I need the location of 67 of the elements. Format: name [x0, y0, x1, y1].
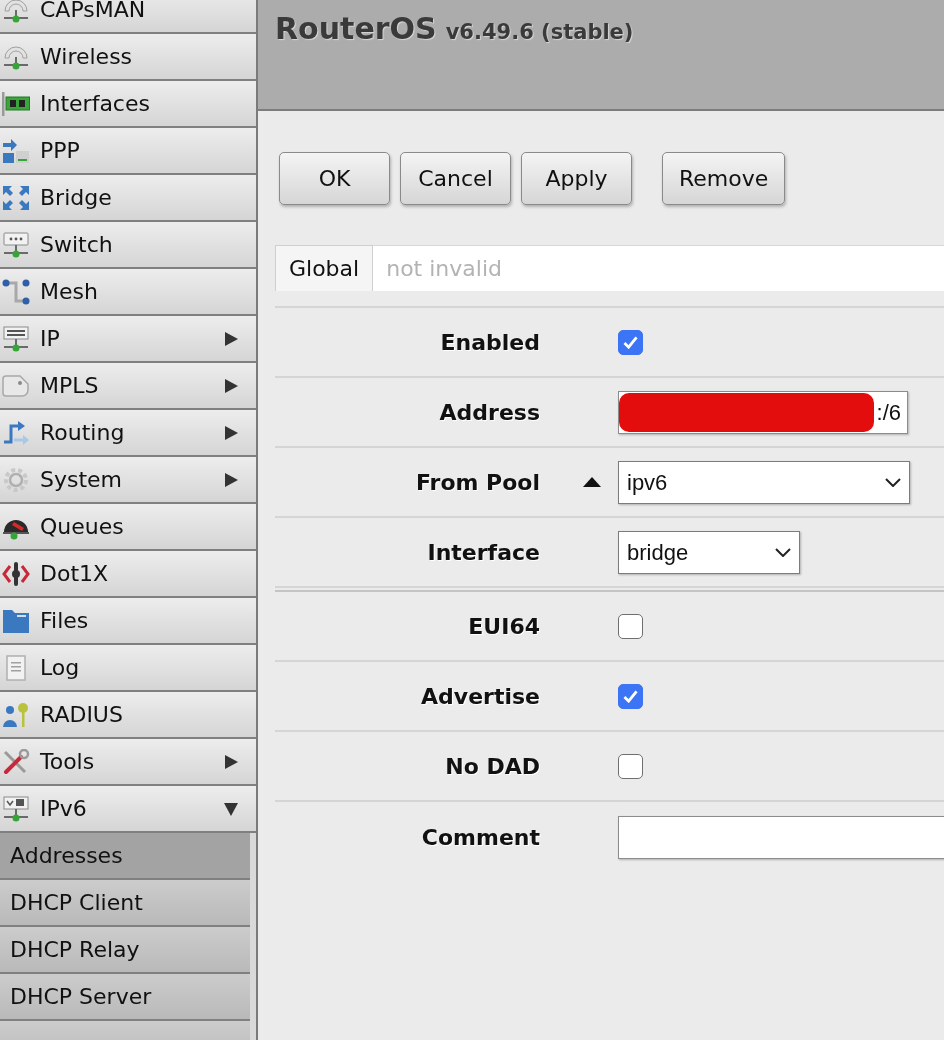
submenu-item[interactable]: DHCP Client: [0, 880, 250, 927]
dialog-button[interactable]: OK: [279, 152, 390, 205]
status-bar: not invalid: [373, 245, 944, 291]
field-label: Interface: [426, 538, 540, 567]
network-monitor-icon: [2, 795, 30, 822]
chevron-down-icon: [775, 547, 791, 557]
menu-item[interactable]: Tools: [0, 739, 256, 786]
gear-icon: [2, 466, 30, 493]
field-label: Address: [438, 398, 540, 427]
submenu-item[interactable]: Addresses: [0, 833, 250, 880]
tools-icon: [2, 748, 30, 775]
checkbox[interactable]: [618, 329, 643, 355]
field-label: Advertise: [420, 682, 540, 711]
menu-item[interactable]: Bridge: [0, 175, 256, 222]
menu-item[interactable]: Mesh: [0, 269, 256, 316]
menu-item[interactable]: Queues: [0, 504, 256, 551]
checkmark-icon: [623, 689, 638, 703]
diamond-arrows-icon: [2, 560, 30, 587]
checkbox[interactable]: [618, 613, 643, 639]
dropdown[interactable]: ipv6: [618, 460, 910, 504]
text-field[interactable]: :/6: [618, 390, 908, 434]
submenu-item[interactable]: DHCP Relay: [0, 927, 250, 974]
dropdown[interactable]: bridge: [618, 530, 800, 574]
checkmark-icon: [623, 335, 638, 349]
checkbox[interactable]: [618, 753, 643, 779]
menu-item[interactable]: CAPsMAN: [0, 0, 256, 34]
nodes-icon: [2, 278, 30, 305]
network-card-icon: [2, 90, 30, 117]
menu-item[interactable]: Log: [0, 645, 256, 692]
connection-icon: [2, 137, 30, 164]
field-label: No DAD: [444, 752, 540, 781]
antenna-icon: [2, 43, 30, 70]
field-label: Enabled: [439, 328, 540, 357]
menu-item[interactable]: RADIUS: [0, 692, 256, 739]
antenna-icon: [2, 0, 30, 23]
menu-item[interactable]: Files: [0, 598, 256, 645]
dialog-button[interactable]: Remove: [662, 152, 786, 205]
menu-item[interactable]: System: [0, 457, 256, 504]
menu-item[interactable]: Routing: [0, 410, 256, 457]
routing-arrows-icon: [2, 419, 30, 446]
menu-item[interactable]: MPLS: [0, 363, 256, 410]
menu-item[interactable]: Interfaces: [0, 81, 256, 128]
field-label: Comment: [420, 823, 540, 852]
user-key-icon: [2, 701, 30, 728]
tag-icon: [2, 372, 30, 399]
menu-item[interactable]: PPP: [0, 128, 256, 175]
menu-item[interactable]: Dot1X: [0, 551, 256, 598]
field-label: From Pool: [414, 468, 540, 497]
tab[interactable]: Global: [275, 245, 374, 291]
text-field[interactable]: [618, 815, 944, 859]
submenu-item[interactable]: DHCP Server: [0, 974, 250, 1021]
switch-icon: [2, 231, 30, 258]
network-monitor-icon: [2, 325, 30, 352]
dialog-button[interactable]: Apply: [521, 152, 632, 205]
folder-icon: [2, 607, 30, 634]
checkbox[interactable]: [618, 683, 643, 709]
menu-item[interactable]: IPv6: [0, 786, 256, 833]
four-arrows-icon: [2, 184, 30, 211]
field-label: EUI64: [467, 612, 540, 641]
version-text: v6.49.6 (stable): [445, 19, 634, 46]
menu-item[interactable]: Switch: [0, 222, 256, 269]
chevron-down-icon: [885, 477, 901, 487]
menu-item[interactable]: Wireless: [0, 34, 256, 81]
menu-item[interactable]: IP: [0, 316, 256, 363]
dialog-button[interactable]: Cancel: [400, 152, 511, 205]
up-triangle-icon[interactable]: [583, 477, 601, 487]
app-title: RouterOS: [275, 10, 437, 48]
